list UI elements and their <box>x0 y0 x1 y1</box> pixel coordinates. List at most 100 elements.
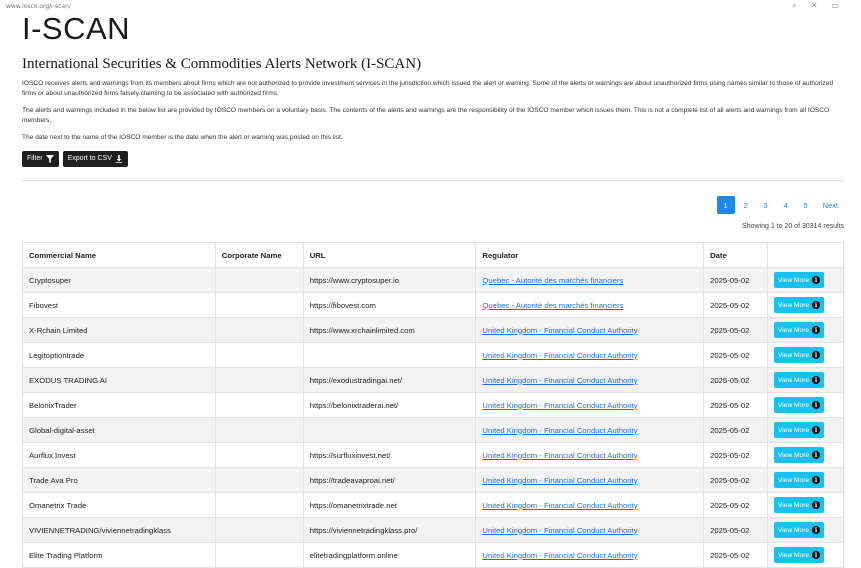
view-more-button[interactable]: View More i <box>774 272 825 288</box>
view-more-button[interactable]: View More i <box>774 547 825 563</box>
cell-regulator-text[interactable]: Quebec - Autorité des marchés financiers <box>482 301 623 310</box>
cell-commercial-name-text: Trade Ava Pro <box>29 475 78 485</box>
cell-commercial-name-text: VIVIENNETRADING/viviennetradingklass <box>29 525 171 535</box>
cell-url: https://www.cryptosuper.io <box>302 267 477 293</box>
cell-corporate-name <box>214 417 304 443</box>
cell-actions: View More i <box>767 317 844 343</box>
cell-url-text: https://www.xrchainlimited.com <box>309 325 415 335</box>
cell-actions: View More i <box>767 367 844 393</box>
cell-commercial-name: BelonixTrader <box>22 392 216 418</box>
cell-url-text: https://surfluxinvest.net/ <box>309 450 391 460</box>
cell-commercial-name: Trade Ava Pro <box>22 467 216 493</box>
cell-date: 2025-05-02 <box>703 417 769 443</box>
minimize-icon[interactable]: ▭ <box>831 1 839 11</box>
table-row: Fibovest https://fibovest.com Quebec - Aut… <box>22 292 844 318</box>
column-header-corporate-name[interactable]: Corporate Name <box>214 242 304 268</box>
view-more-button[interactable]: View More i <box>774 522 825 538</box>
cell-regulator-text[interactable]: United Kingdom - Financial Conduct Autho… <box>482 376 637 385</box>
view-more-label: View More <box>778 551 810 559</box>
view-more-label: View More <box>778 376 810 384</box>
view-more-button[interactable]: View More i <box>774 447 825 463</box>
cell-regulator-text[interactable]: United Kingdom - Financial Conduct Autho… <box>482 426 637 435</box>
page-subtitle: International Securities & Commodities A… <box>22 56 422 72</box>
view-more-label: View More <box>778 351 810 359</box>
table-row: Trade Ava Pro https://tradeavaproai.net/U… <box>22 467 844 493</box>
page-link-1[interactable]: 1 <box>716 196 735 214</box>
cell-date-text: 2025-05-02 <box>710 500 750 510</box>
table-header-row: Commercial Name Corporate Name URL Regul… <box>22 242 844 268</box>
cell-regulator-text[interactable]: United Kingdom - Financial Conduct Autho… <box>482 451 637 460</box>
cell-regulator-text[interactable]: United Kingdom - Financial Conduct Autho… <box>482 401 637 410</box>
cell-date: 2025-05-02 <box>703 367 769 393</box>
cell-regulator-text[interactable]: United Kingdom - Financial Conduct Autho… <box>482 526 637 535</box>
cell-regulator-text[interactable]: United Kingdom - Financial Conduct Autho… <box>482 476 637 485</box>
cell-date: 2025-05-02 <box>703 267 769 293</box>
cell-commercial-name: Omanetrix Trade <box>22 492 216 518</box>
page-brand: I-SCAN <box>22 11 131 46</box>
cell-url-text: https://viviennetradingklass.pro/ <box>309 525 418 535</box>
view-more-label: View More <box>778 501 810 509</box>
cell-url: https://surfluxinvest.net/ <box>302 442 477 468</box>
cell-commercial-name: X-Rchain Limited <box>22 317 216 343</box>
column-header-actions <box>767 242 844 268</box>
view-more-label: View More <box>778 326 810 334</box>
page-link-3[interactable]: 3 <box>757 196 775 214</box>
browser-url[interactable]: www.iosco.org/i-scan/ <box>6 3 71 10</box>
close-icon[interactable]: ✕ <box>811 1 818 11</box>
view-more-button[interactable]: View More i <box>774 347 825 363</box>
cell-corporate-name <box>214 442 304 468</box>
table-row: VIVIENNETRADING/viviennetradingklass http… <box>22 517 844 543</box>
cell-corporate-name <box>214 467 304 493</box>
filter-button[interactable]: Filter <box>22 150 59 167</box>
cell-corporate-name <box>214 517 304 543</box>
next-page-link[interactable]: Next <box>817 196 844 214</box>
cell-regulator: United Kingdom - Financial Conduct Autho… <box>475 517 705 543</box>
view-more-button[interactable]: View More i <box>774 297 825 313</box>
info-icon: i <box>812 326 821 334</box>
intro-paragraph-2: The alerts and warnings included in the … <box>22 107 830 124</box>
page-link-5[interactable]: 5 <box>797 196 815 214</box>
cell-date-text: 2025-05-02 <box>710 475 750 485</box>
info-icon: i <box>812 501 821 509</box>
cell-actions: View More i <box>767 467 844 493</box>
cell-actions: View More i <box>767 442 844 468</box>
cell-date: 2025-05-02 <box>703 442 769 468</box>
search-icon[interactable]: ⌕ <box>792 1 796 11</box>
cell-regulator: Quebec - Autorité des marchés financiers <box>475 267 705 293</box>
view-more-button[interactable]: View More i <box>774 497 825 513</box>
cell-url-text: https://www.cryptosuper.io <box>309 275 400 285</box>
cell-url: https://omanetrixtrade.net <box>302 492 477 518</box>
cell-regulator-text[interactable]: Quebec - Autorité des marchés financiers <box>482 276 623 285</box>
view-more-button[interactable]: View More i <box>774 472 825 488</box>
cell-regulator-text[interactable]: United Kingdom - Financial Conduct Autho… <box>482 326 637 335</box>
export-csv-button[interactable]: Export to CSV <box>62 150 128 167</box>
cell-regulator-text[interactable]: United Kingdom - Financial Conduct Autho… <box>482 501 637 510</box>
cell-actions: View More i <box>767 267 844 293</box>
view-more-button[interactable]: View More i <box>774 397 825 413</box>
page-link-4[interactable]: 4 <box>777 196 795 214</box>
cell-commercial-name-text: X-Rchain Limited <box>29 325 88 335</box>
column-header-commercial-name[interactable]: Commercial Name <box>22 242 216 268</box>
column-header-date[interactable]: Date <box>703 242 769 268</box>
cell-corporate-name <box>214 267 304 293</box>
window-controls: ⌕ ✕ ▭ <box>792 1 839 11</box>
table-row: Global-digital-asset United Kingdom - Fin… <box>22 417 844 443</box>
view-more-button[interactable]: View More i <box>774 372 825 388</box>
filter-button-label: Filter <box>27 155 43 162</box>
cell-commercial-name: Cryptosuper <box>22 267 216 293</box>
column-header-url[interactable]: URL <box>302 242 477 268</box>
cell-date-text: 2025-05-02 <box>710 275 750 285</box>
column-header-regulator[interactable]: Regulator <box>475 242 705 268</box>
cell-date: 2025-05-02 <box>703 392 769 418</box>
cell-url-text: https://exodustradingai.net/ <box>309 375 403 385</box>
cell-date-text: 2025-05-02 <box>710 375 750 385</box>
cell-corporate-name <box>214 492 304 518</box>
cell-regulator-text[interactable]: United Kingdom - Financial Conduct Autho… <box>482 351 637 360</box>
page-link-2[interactable]: 2 <box>737 196 755 214</box>
cell-regulator-text[interactable]: United Kingdom - Financial Conduct Autho… <box>482 551 637 560</box>
cell-actions: View More i <box>767 292 844 318</box>
cell-corporate-name <box>214 367 304 393</box>
cell-date-text: 2025-05-02 <box>710 425 750 435</box>
view-more-button[interactable]: View More i <box>774 322 825 338</box>
view-more-button[interactable]: View More i <box>774 422 825 438</box>
